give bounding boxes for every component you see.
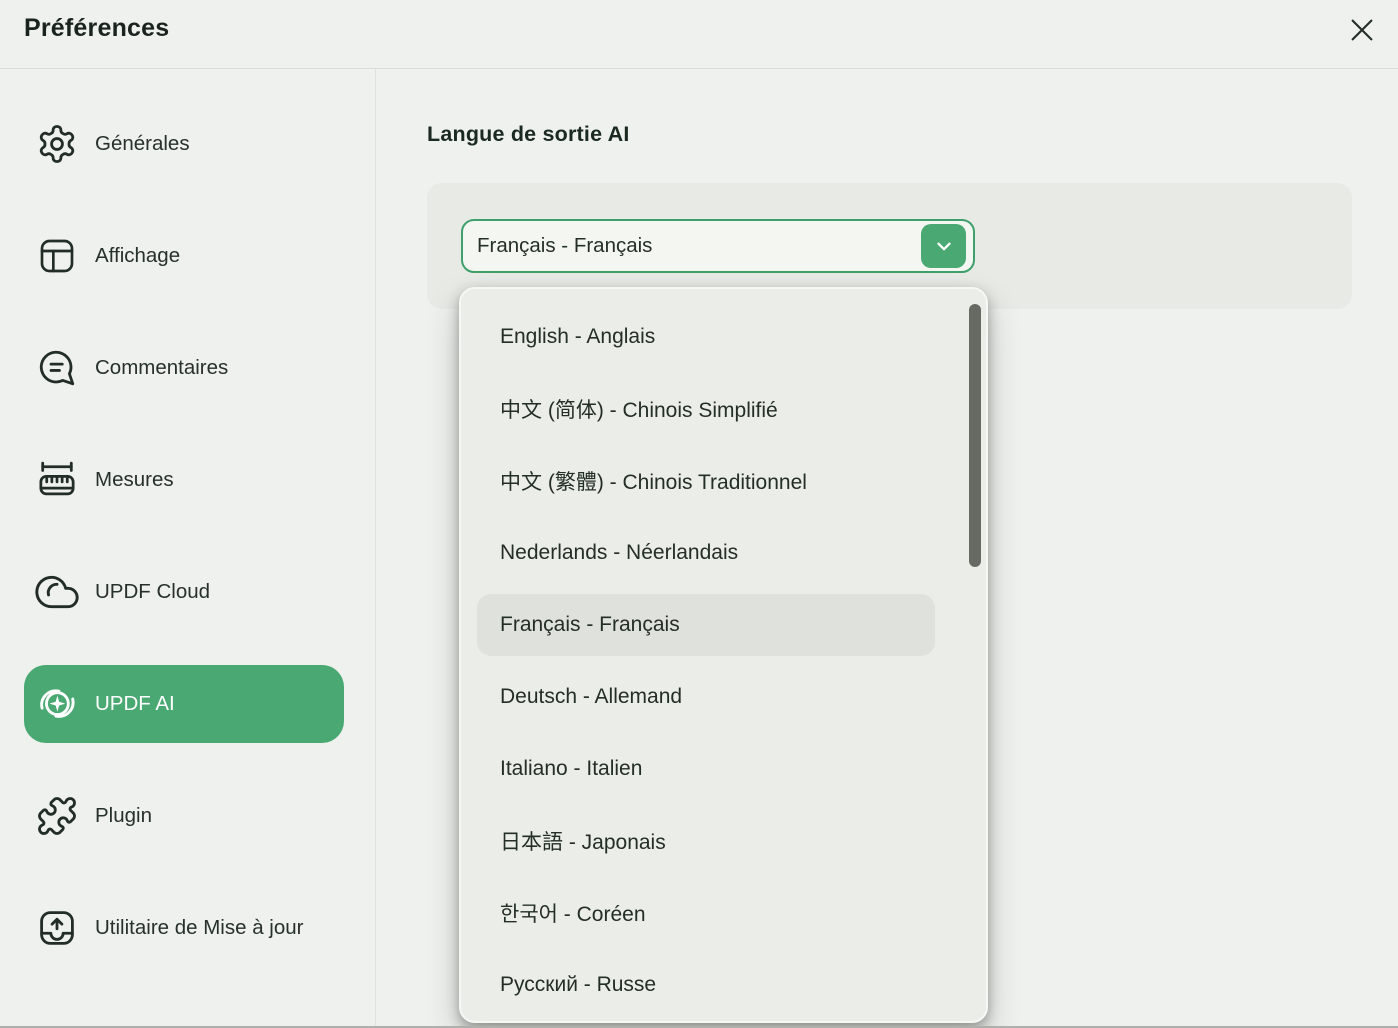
sidebar-item-label: Mesures (95, 468, 174, 491)
close-icon (1347, 15, 1377, 45)
dropdown-option-french-selected[interactable]: Français - Français (477, 594, 935, 656)
puzzle-icon (33, 792, 81, 840)
window-title: Préférences (24, 14, 170, 42)
sidebar-item-affichage[interactable]: Affichage (24, 200, 346, 312)
dropdown-option-italian[interactable]: Italiano - Italien (477, 738, 935, 800)
select-dropdown-button[interactable] (921, 224, 966, 268)
sidebar-item-label: Affichage (95, 244, 181, 267)
section-title: Langue de sortie AI (427, 122, 630, 146)
sidebar-item-update-utility[interactable]: Utilitaire de Mise à jour (24, 872, 346, 984)
gear-icon (33, 120, 81, 168)
dropdown-option-chinese-simplified[interactable]: 中文 (简体) - Chinois Simplifié (477, 378, 935, 440)
dropdown-scrollbar-thumb[interactable] (968, 304, 981, 567)
cloud-icon (33, 568, 81, 616)
dropdown-option-chinese-traditional[interactable]: 中文 (繁體) - Chinois Traditionnel (477, 450, 935, 512)
layout-icon (33, 232, 81, 280)
language-select-value: Français - Français (477, 234, 653, 257)
close-button[interactable] (1344, 12, 1380, 48)
dropdown-option-korean[interactable]: 한국어 - Coréen (477, 882, 935, 944)
sidebar-item-label: UPDF AI (95, 692, 175, 715)
sidebar-item-label: Plugin (95, 804, 152, 827)
sidebar-item-updf-cloud[interactable]: UPDF Cloud (24, 536, 346, 648)
titlebar: Préférences (0, 0, 1398, 69)
sidebar-item-label: Utilitaire de Mise à jour (95, 916, 304, 939)
dropdown-option-japanese[interactable]: 日本語 - Japonais (477, 810, 935, 872)
dropdown-option-dutch[interactable]: Nederlands - Néerlandais (477, 522, 935, 584)
ruler-icon (33, 456, 81, 504)
sidebar-item-generales[interactable]: Générales (24, 88, 346, 200)
sidebar-item-mesures[interactable]: Mesures (24, 424, 346, 536)
dropdown-option-english[interactable]: English - Anglais (477, 306, 935, 368)
update-tray-icon (33, 904, 81, 952)
dropdown-option-german[interactable]: Deutsch - Allemand (477, 666, 935, 728)
ai-sparkle-icon (33, 680, 81, 728)
language-dropdown-list: English - Anglais 中文 (简体) - Chinois Simp… (459, 287, 988, 1023)
sidebar-item-label: UPDF Cloud (95, 580, 211, 603)
chevron-down-icon (933, 235, 955, 257)
sidebar-item-updf-ai[interactable]: UPDF AI (24, 648, 346, 760)
sidebar-item-commentaires[interactable]: Commentaires (24, 312, 346, 424)
dropdown-option-russian[interactable]: Русский - Russe (477, 954, 935, 1016)
language-select[interactable]: Français - Français (461, 219, 975, 273)
comment-bubble-icon (33, 344, 81, 392)
sidebar: Générales Affichage Commentaires Mesures… (0, 69, 376, 1028)
sidebar-item-label: Générales (95, 132, 190, 155)
sidebar-item-label: Commentaires (95, 356, 229, 379)
sidebar-item-plugin[interactable]: Plugin (24, 760, 346, 872)
